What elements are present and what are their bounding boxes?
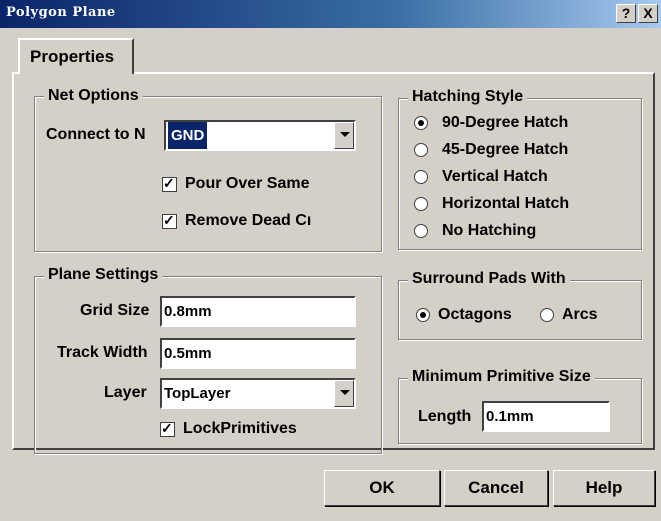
radio-label: Horizontal Hatch [442, 195, 570, 212]
connect-to-net-select[interactable]: GND [164, 120, 356, 151]
grid-size-label: Grid Size [80, 302, 150, 319]
connect-to-net-label: Connect to N [46, 126, 146, 143]
checkbox-check-icon [162, 175, 177, 192]
help-button[interactable]: Help [553, 470, 655, 506]
window-title: Polygon Plane [6, 5, 116, 20]
polygon-plane-dialog: Polygon Plane ? X Properties Net Options… [0, 0, 661, 521]
title-bar[interactable]: Polygon Plane ? X [0, 0, 661, 28]
hatching-style-title: Hatching Style [408, 88, 528, 106]
checkbox-check-icon [160, 420, 175, 437]
remove-dead-label: Remove Dead Cı [185, 212, 312, 229]
plane-settings-title: Plane Settings [44, 266, 163, 284]
radio-no-hatching[interactable]: No Hatching [414, 222, 536, 240]
grid-size-input[interactable]: 0.8mm [160, 296, 356, 327]
track-width-input[interactable]: 0.5mm [160, 338, 356, 369]
layer-select[interactable]: TopLayer [160, 378, 356, 409]
track-width-label: Track Width [57, 344, 148, 361]
radio-label: Arcs [562, 306, 598, 323]
pour-over-same-checkbox[interactable]: Pour Over Same [162, 175, 310, 193]
radio-90-degree-hatch[interactable]: 90-Degree Hatch [414, 114, 568, 132]
surround-pads-title: Surround Pads With [408, 270, 570, 288]
radio-octagons[interactable]: Octagons [416, 306, 512, 324]
lock-primitives-checkbox[interactable]: LockPrimitives [160, 420, 297, 438]
length-input[interactable]: 0.1mm [482, 401, 610, 432]
chevron-down-icon[interactable] [334, 380, 354, 407]
tab-properties[interactable]: Properties [18, 38, 134, 74]
lock-primitives-label: LockPrimitives [183, 420, 297, 437]
help-title-button[interactable]: ? [616, 4, 636, 23]
radio-label: 90-Degree Hatch [442, 114, 569, 131]
length-value: 0.1mm [486, 408, 534, 425]
radio-label: No Hatching [442, 222, 537, 239]
ok-button[interactable]: OK [324, 470, 440, 506]
radio-45-degree-hatch[interactable]: 45-Degree Hatch [414, 141, 568, 159]
length-label: Length [418, 408, 472, 425]
radio-selected-icon [416, 308, 430, 322]
radio-selected-icon [414, 116, 428, 130]
radio-horizontal-hatch[interactable]: Horizontal Hatch [414, 195, 569, 213]
layer-value: TopLayer [164, 385, 231, 402]
grid-size-value: 0.8mm [164, 303, 212, 320]
cancel-button[interactable]: Cancel [444, 470, 548, 506]
pour-over-same-label: Pour Over Same [185, 175, 310, 192]
radio-label: Octagons [438, 306, 512, 323]
radio-icon [414, 143, 428, 157]
chevron-down-icon[interactable] [334, 122, 354, 149]
checkbox-check-icon [162, 212, 177, 229]
minimum-primitive-title: Minimum Primitive Size [408, 368, 595, 386]
radio-icon [540, 308, 554, 322]
track-width-value: 0.5mm [164, 345, 212, 362]
radio-icon [414, 224, 428, 238]
net-options-title: Net Options [44, 87, 143, 105]
radio-icon [414, 170, 428, 184]
radio-label: Vertical Hatch [442, 168, 548, 185]
radio-vertical-hatch[interactable]: Vertical Hatch [414, 168, 548, 186]
tab-properties-label: Properties [30, 47, 115, 66]
radio-icon [414, 197, 428, 211]
close-button[interactable]: X [638, 4, 658, 23]
layer-label: Layer [104, 384, 147, 401]
connect-to-net-value: GND [168, 122, 208, 149]
remove-dead-checkbox[interactable]: Remove Dead Cı [162, 212, 372, 230]
radio-arcs[interactable]: Arcs [540, 306, 598, 324]
radio-label: 45-Degree Hatch [442, 141, 569, 158]
